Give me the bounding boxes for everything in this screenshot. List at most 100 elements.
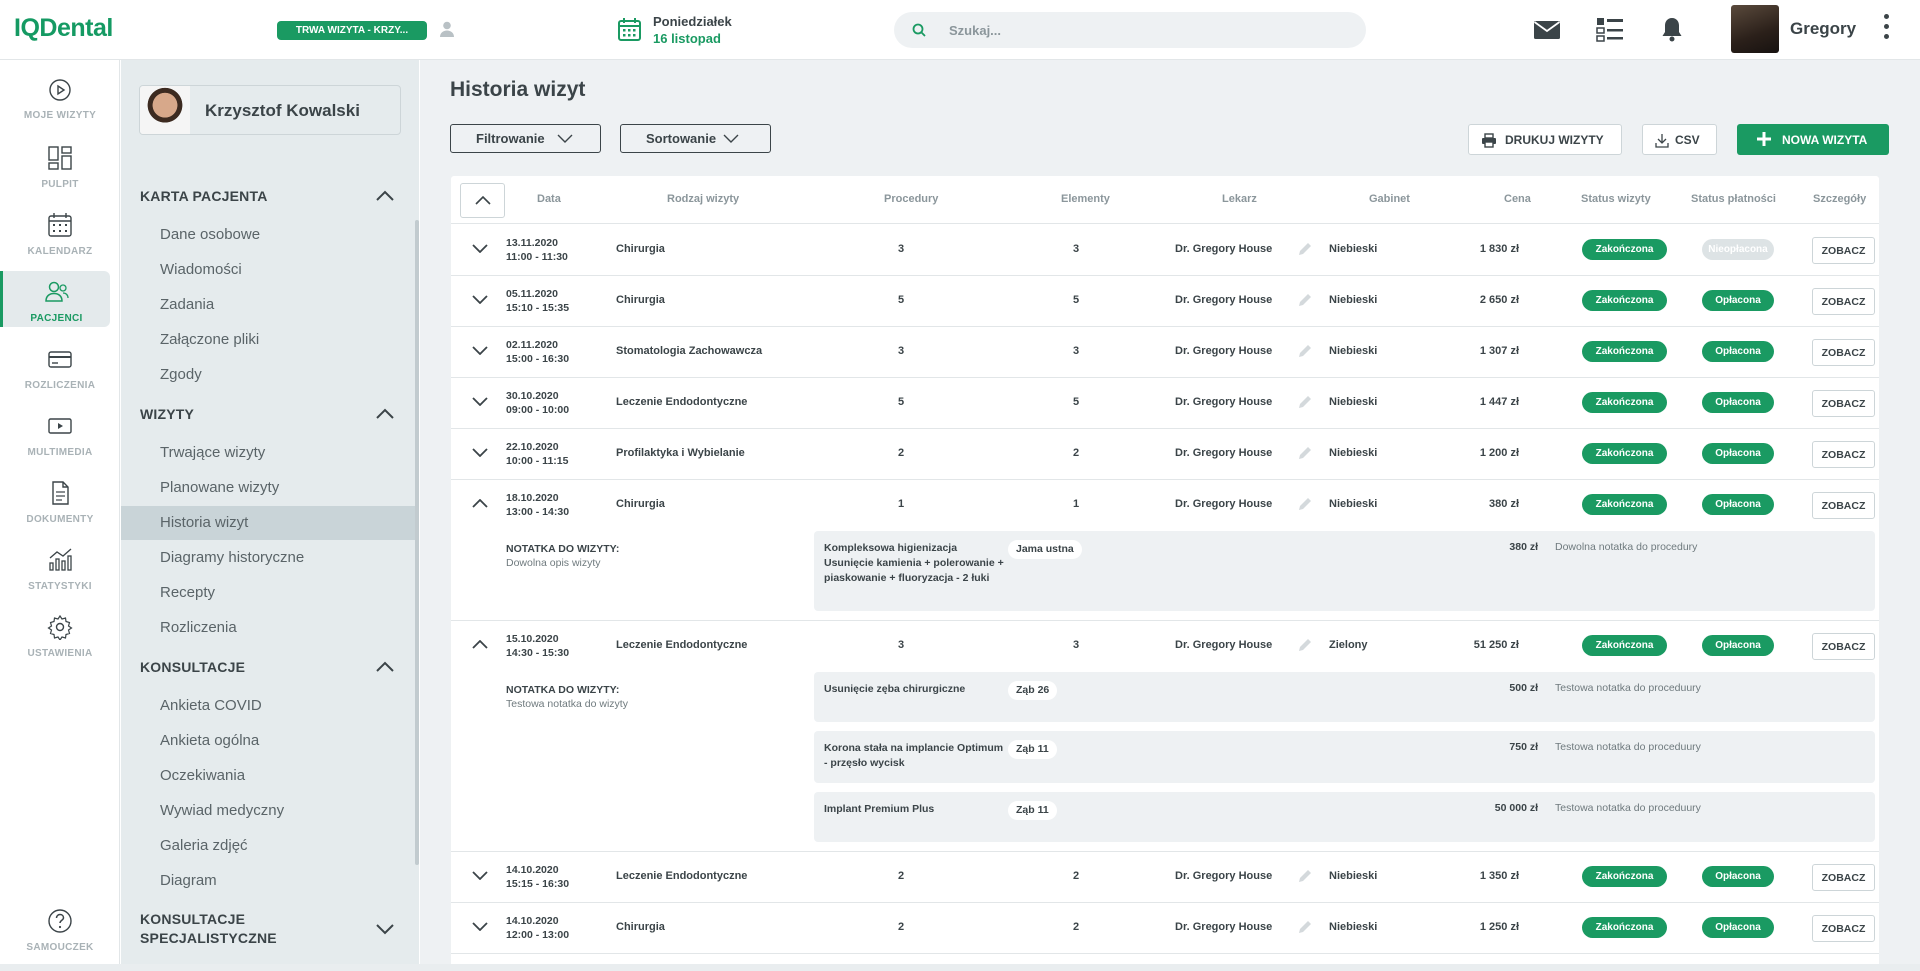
- col-status-platnosci[interactable]: Status płatności: [1691, 193, 1776, 205]
- sidebar-item-historia-wizyt[interactable]: Historia wizyt: [121, 506, 418, 540]
- new-visit-button[interactable]: NOWA WIZYTA: [1737, 124, 1889, 155]
- more-menu-icon[interactable]: [1882, 14, 1890, 44]
- sidebar-item-ankieta-covid[interactable]: Ankieta COVID: [121, 689, 418, 723]
- section-konsultacje-specjalistyczne-line1[interactable]: KONSULTACJE: [140, 911, 245, 927]
- chevron-down-icon[interactable]: [472, 397, 488, 406]
- view-details-button[interactable]: ZOBACZ: [1812, 339, 1875, 366]
- print-visits-button[interactable]: DRUKUJ WIZYTY: [1468, 124, 1622, 155]
- sidebar-item-oczekiwania[interactable]: Oczekiwania: [121, 759, 418, 793]
- sidebar-item-zalaczone-pliki[interactable]: Załączone pliki: [121, 323, 418, 357]
- chevron-up-icon[interactable]: [376, 408, 394, 419]
- sidebar-item-planowane-wizyty[interactable]: Planowane wizyty: [121, 471, 418, 505]
- csv-button[interactable]: CSV: [1642, 124, 1717, 155]
- edit-pencil-icon[interactable]: [1297, 344, 1312, 359]
- sidebar-item-wywiad-medyczny[interactable]: Wywiad medyczny: [121, 794, 418, 828]
- chevron-down-icon[interactable]: [472, 346, 488, 355]
- sidebar-item-ankieta-ogolna[interactable]: Ankieta ogólna: [121, 724, 418, 758]
- col-lekarz[interactable]: Lekarz: [1222, 193, 1257, 205]
- edit-pencil-icon[interactable]: [1297, 497, 1312, 512]
- col-procedury[interactable]: Procedury: [884, 193, 938, 205]
- table-row[interactable]: 14.10.2020 15:15 - 16:30 Leczenie Endodont…: [451, 852, 1879, 903]
- patient-card[interactable]: Krzysztof Kowalski: [139, 85, 401, 135]
- chevron-down-icon[interactable]: [472, 922, 488, 931]
- edit-pencil-icon[interactable]: [1297, 869, 1312, 884]
- user-avatar[interactable]: [1731, 5, 1779, 53]
- col-data[interactable]: Data: [537, 193, 561, 205]
- sort-button[interactable]: Sortowanie: [620, 124, 771, 153]
- nav-multimedia[interactable]: MULTIMEDIA: [0, 405, 120, 461]
- chevron-up-icon[interactable]: [472, 499, 488, 508]
- table-row[interactable]: 15.10.2020 14:30 - 15:30 Leczenie Endodont…: [451, 621, 1879, 672]
- view-details-button[interactable]: ZOBACZ: [1812, 390, 1875, 417]
- task-list-icon[interactable]: [1596, 17, 1624, 43]
- sidebar-item-rozliczenia[interactable]: Rozliczenia: [121, 611, 418, 645]
- sidebar-item-dane-osobowe[interactable]: Dane osobowe: [121, 218, 418, 252]
- col-gabinet[interactable]: Gabinet: [1369, 193, 1410, 205]
- chevron-up-icon[interactable]: [472, 640, 488, 649]
- col-szczegoly[interactable]: Szczegóły: [1813, 193, 1866, 205]
- chevron-up-icon[interactable]: [376, 661, 394, 672]
- sidebar-scrollbar[interactable]: [415, 220, 419, 865]
- table-row[interactable]: 02.11.2020 15:00 - 16:30 Stomatologia Zach…: [451, 327, 1879, 378]
- view-details-button[interactable]: ZOBACZ: [1812, 492, 1875, 519]
- username[interactable]: Gregory: [1790, 19, 1856, 39]
- nav-pulpit[interactable]: PULPIT: [0, 137, 120, 193]
- view-details-button[interactable]: ZOBACZ: [1812, 633, 1875, 660]
- table-row[interactable]: 13.11.2020 11:00 - 11:30 Chirurgia 3 3 Dr. Gr…: [451, 225, 1879, 276]
- chevron-up-icon[interactable]: [376, 190, 394, 201]
- nav-dokumenty[interactable]: DOKUMENTY: [0, 472, 120, 528]
- calendar-icon[interactable]: [617, 17, 642, 42]
- filter-button[interactable]: Filtrowanie: [450, 124, 601, 153]
- view-details-button[interactable]: ZOBACZ: [1812, 864, 1875, 891]
- view-details-button[interactable]: ZOBACZ: [1812, 915, 1875, 942]
- section-wizyty[interactable]: WIZYTY: [140, 406, 194, 422]
- edit-pencil-icon[interactable]: [1297, 395, 1312, 410]
- col-cena[interactable]: Cena: [1504, 193, 1531, 205]
- chevron-down-icon[interactable]: [376, 924, 394, 935]
- nav-moje-wizyty[interactable]: MOJE WIZYTY: [0, 70, 120, 126]
- edit-pencil-icon[interactable]: [1297, 242, 1312, 257]
- edit-pencil-icon[interactable]: [1297, 446, 1312, 461]
- sidebar-item-recepty[interactable]: Recepty: [121, 576, 418, 610]
- nav-statystyki[interactable]: STATYSTYKI: [0, 539, 120, 595]
- sidebar-item-galeria-zdjec[interactable]: Galeria zdjęć: [121, 829, 418, 863]
- mail-icon[interactable]: [1533, 20, 1561, 40]
- bell-icon[interactable]: [1661, 16, 1683, 42]
- section-karta-pacjenta[interactable]: KARTA PACJENTA: [140, 188, 268, 204]
- nav-ustawienia[interactable]: USTAWIENIA: [0, 606, 120, 662]
- table-row[interactable]: 22.10.2020 10:00 - 11:15 Profilaktyka i Wy…: [451, 429, 1879, 480]
- sidebar-item-zadania[interactable]: Zadania: [121, 288, 418, 322]
- edit-pencil-icon[interactable]: [1297, 293, 1312, 308]
- sidebar-item-diagram[interactable]: Diagram: [121, 864, 418, 898]
- chevron-down-icon[interactable]: [472, 871, 488, 880]
- sidebar-item-diagramy-historyczne[interactable]: Diagramy historyczne: [121, 541, 418, 575]
- col-elementy[interactable]: Elementy: [1061, 193, 1110, 205]
- table-row[interactable]: 18.10.2020 13:00 - 14:30 Chirurgia 1 1 Dr. Gr…: [451, 480, 1879, 531]
- section-konsultacje-specjalistyczne-line2[interactable]: SPECJALISTYCZNE: [140, 930, 277, 946]
- table-row[interactable]: 14.10.2020 12:00 - 13:00 Chirurgia 2 2 Dr. Gr…: [451, 903, 1879, 954]
- horizontal-scrollbar[interactable]: [0, 964, 1920, 971]
- table-row[interactable]: 05.11.2020 15:10 - 15:35 Chirurgia 5 5 Dr. Gr…: [451, 276, 1879, 327]
- app-logo[interactable]: IQDental: [14, 14, 113, 43]
- chevron-down-icon[interactable]: [472, 295, 488, 304]
- col-status-wizyty[interactable]: Status wizyty: [1581, 193, 1651, 205]
- collapse-all-button[interactable]: [460, 183, 505, 218]
- nav-samouczek[interactable]: SAMOUCZEK: [0, 900, 120, 956]
- nav-pacjenci[interactable]: PACJENCI: [0, 271, 110, 327]
- view-details-button[interactable]: ZOBACZ: [1812, 441, 1875, 468]
- section-konsultacje[interactable]: KONSULTACJE: [140, 659, 245, 675]
- search-input[interactable]: [949, 12, 1349, 48]
- table-row[interactable]: 30.10.2020 09:00 - 10:00 Leczenie Endodont…: [451, 378, 1879, 429]
- col-rodzaj-wizyty[interactable]: Rodzaj wizyty: [667, 193, 739, 205]
- view-details-button[interactable]: ZOBACZ: [1812, 237, 1875, 264]
- nav-kalendarz[interactable]: KALENDARZ: [0, 204, 120, 260]
- chevron-down-icon[interactable]: [472, 448, 488, 457]
- ongoing-visit-badge[interactable]: TRWA WIZYTA - KRZY...: [277, 21, 427, 40]
- sidebar-item-zgody[interactable]: Zgody: [121, 358, 418, 392]
- view-details-button[interactable]: ZOBACZ: [1812, 288, 1875, 315]
- sidebar-item-wiadomosci[interactable]: Wiadomości: [121, 253, 418, 287]
- edit-pencil-icon[interactable]: [1297, 638, 1312, 653]
- edit-pencil-icon[interactable]: [1297, 920, 1312, 935]
- sidebar-item-trwajace-wizyty[interactable]: Trwające wizyty: [121, 436, 418, 470]
- nav-rozliczenia[interactable]: ROZLICZENIA: [0, 338, 120, 394]
